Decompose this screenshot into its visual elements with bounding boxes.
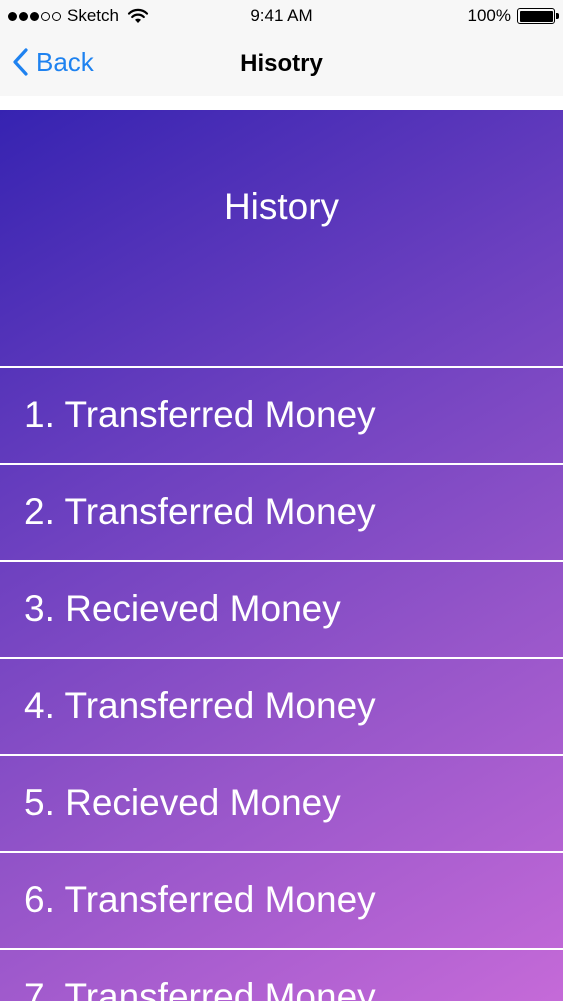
history-header: History xyxy=(0,110,563,366)
app-screen: Sketch 9:41 AM 100% Back Hisotry History… xyxy=(0,0,563,1001)
battery-level xyxy=(519,10,553,22)
history-item-label: 6. Transferred Money xyxy=(24,878,376,920)
battery-icon xyxy=(517,8,559,24)
status-bar: Sketch 9:41 AM 100% xyxy=(0,0,563,32)
nav-title: Hisotry xyxy=(240,50,323,77)
battery-percentage: 100% xyxy=(467,6,511,25)
page-title: History xyxy=(223,186,340,227)
history-list-item[interactable]: 5. Recieved Money xyxy=(0,754,563,851)
history-item-label: 5. Recieved Money xyxy=(24,781,341,823)
history-list-item[interactable]: 3. Recieved Money xyxy=(0,560,563,657)
history-item-label: 7. Transferred Money xyxy=(24,975,376,1001)
history-list-item[interactable]: 4. Transferred Money xyxy=(0,657,563,754)
history-list-item[interactable]: 1. Transferred Money xyxy=(0,366,563,463)
history-panel: History 1. Transferred Money 2. Transfer… xyxy=(0,110,563,1001)
history-item-label: 1. Transferred Money xyxy=(24,393,376,435)
history-item-label: 3. Recieved Money xyxy=(24,587,341,629)
status-right: 100% xyxy=(467,6,559,26)
history-list-item[interactable]: 2. Transferred Money xyxy=(0,463,563,560)
history-list: 1. Transferred Money 2. Transferred Mone… xyxy=(0,366,563,1001)
history-item-label: 4. Transferred Money xyxy=(24,684,376,726)
history-list-item[interactable]: 6. Transferred Money xyxy=(0,851,563,948)
battery-cap xyxy=(556,13,559,19)
navigation-bar: Back Hisotry xyxy=(0,32,563,96)
history-item-label: 2. Transferred Money xyxy=(24,490,376,532)
history-list-item[interactable]: 7. Transferred Money xyxy=(0,948,563,1001)
